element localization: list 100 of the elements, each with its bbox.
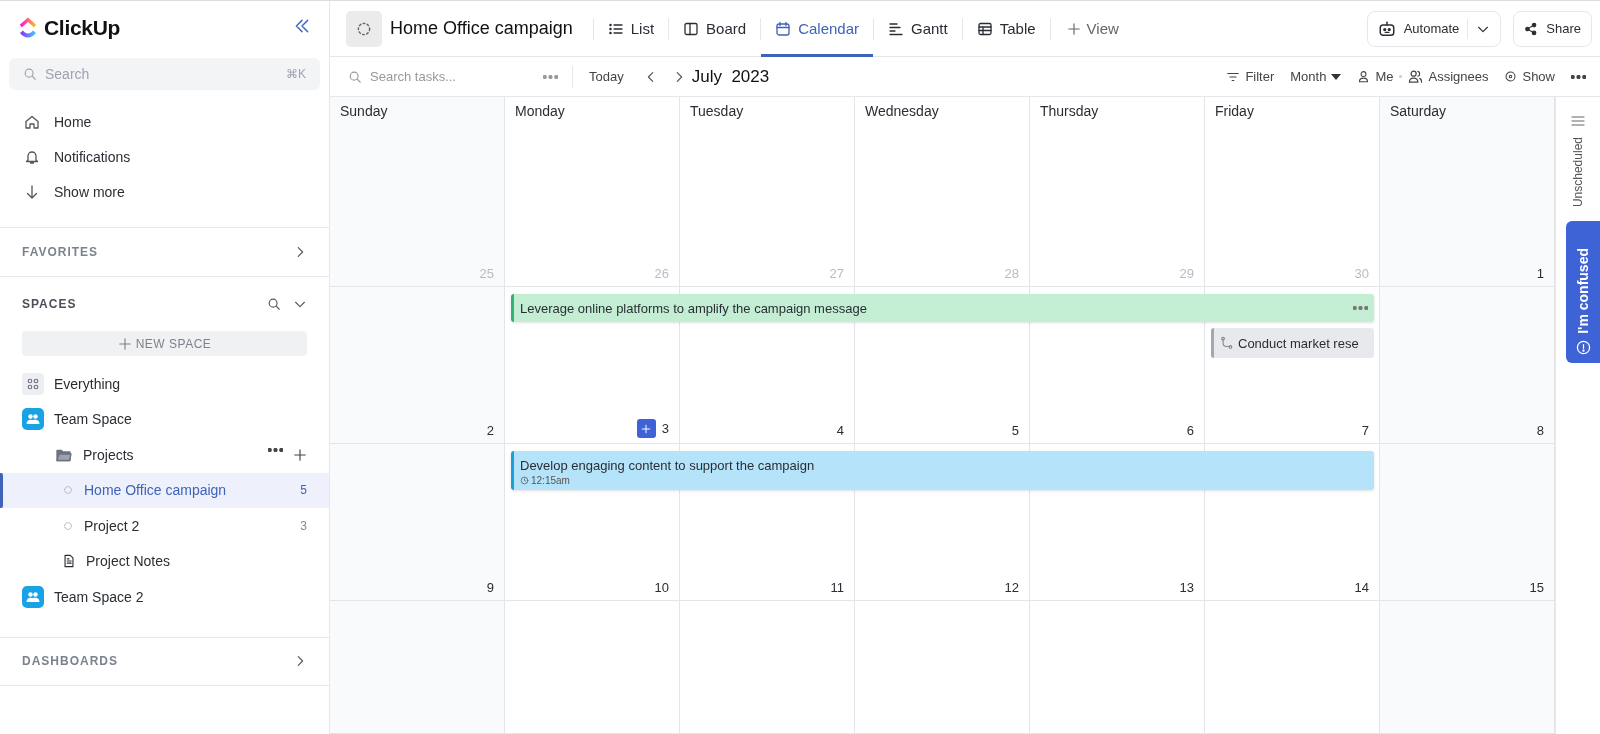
today-button[interactable]: Today bbox=[589, 69, 624, 84]
day-cell[interactable] bbox=[1380, 601, 1555, 733]
sidebar-item[interactable]: Project Notes bbox=[0, 543, 329, 580]
month-label: July 2023 bbox=[691, 66, 770, 87]
day-number: 29 bbox=[1179, 266, 1194, 281]
assignees-button[interactable]: Assignees bbox=[1408, 69, 1489, 84]
weekday-label: Tuesday bbox=[690, 103, 745, 119]
day-number: 26 bbox=[654, 266, 669, 281]
day-cell[interactable]: Sunday 25 bbox=[330, 97, 505, 286]
gantt-icon bbox=[888, 20, 904, 37]
dotted-circle-icon bbox=[62, 484, 74, 497]
eye-icon bbox=[1504, 70, 1518, 83]
grid-icon bbox=[22, 372, 44, 395]
automate-button[interactable]: Automate bbox=[1366, 10, 1502, 47]
section-title: SPACES bbox=[22, 297, 77, 312]
event-title: Conduct market rese bbox=[1238, 335, 1360, 351]
dotted-circle-icon bbox=[62, 519, 74, 532]
day-number: 12 bbox=[1004, 580, 1019, 595]
down-arrow-icon bbox=[24, 183, 40, 200]
nav-item[interactable]: Notifications bbox=[0, 139, 329, 175]
sidebar-item[interactable]: Team Space bbox=[0, 401, 329, 438]
unscheduled-tab[interactable]: Unscheduled bbox=[1571, 137, 1585, 208]
day-number: 5 bbox=[1011, 423, 1019, 438]
day-number: 28 bbox=[1004, 266, 1019, 281]
people-icon bbox=[1408, 69, 1424, 84]
subtask-icon bbox=[1220, 336, 1234, 350]
event-bar[interactable]: Leverage online platforms to amplify the campaign message bbox=[511, 294, 1374, 322]
day-number: 25 bbox=[479, 266, 494, 281]
person-icon bbox=[1357, 70, 1371, 83]
team-icon bbox=[22, 585, 44, 608]
new-space-button[interactable]: NEW SPACE bbox=[22, 331, 307, 357]
more-icon bbox=[543, 74, 558, 79]
day-cell[interactable]: 8 bbox=[1380, 287, 1555, 443]
search-icon bbox=[348, 69, 362, 84]
day-number: 1 bbox=[1536, 266, 1544, 281]
more-icon bbox=[268, 447, 283, 452]
view-tab[interactable]: Board bbox=[669, 1, 761, 57]
day-cell[interactable]: 9 bbox=[330, 444, 505, 600]
day-number: 11 bbox=[830, 580, 844, 595]
month-dropdown[interactable]: Month bbox=[1290, 69, 1342, 84]
sidebar-item[interactable]: Project 2 3 bbox=[0, 508, 329, 544]
plus-icon bbox=[117, 336, 132, 351]
view-tab[interactable]: Calendar bbox=[761, 1, 873, 57]
search-icon bbox=[23, 67, 37, 82]
day-number: 30 bbox=[1354, 266, 1369, 281]
day-number: 8 bbox=[1536, 423, 1544, 438]
day-number: 7 bbox=[1361, 423, 1369, 438]
menu-icon bbox=[1570, 113, 1586, 129]
share-button[interactable]: Share bbox=[1513, 10, 1592, 47]
day-cell[interactable]: Saturday 1 bbox=[1380, 97, 1555, 286]
sidebar-item[interactable]: Home Office campaign 5 bbox=[0, 472, 329, 509]
home-icon bbox=[24, 113, 40, 130]
caret-icon bbox=[1331, 73, 1342, 80]
bell-icon bbox=[24, 148, 40, 165]
nav-item[interactable]: Show more bbox=[0, 174, 329, 210]
view-tab[interactable]: List bbox=[593, 1, 669, 57]
logo-text: ClickUp bbox=[44, 15, 121, 40]
dashboards-section[interactable]: DASHBOARDS bbox=[0, 636, 329, 686]
share-icon bbox=[1524, 21, 1539, 36]
day-number: 10 bbox=[654, 580, 669, 595]
page-title: Home Office campaign bbox=[390, 18, 573, 39]
plus-icon bbox=[1066, 21, 1081, 36]
day-cell[interactable]: 2 bbox=[330, 287, 505, 443]
nav-item[interactable]: Home bbox=[0, 104, 329, 140]
day-number: 3 bbox=[661, 421, 669, 436]
day-cell[interactable]: 15 bbox=[1380, 444, 1555, 600]
show-button[interactable]: Show bbox=[1504, 69, 1555, 84]
clock-icon bbox=[520, 476, 529, 485]
day-cell[interactable] bbox=[330, 601, 505, 733]
sidebar-item[interactable]: Team Space 2 bbox=[0, 579, 329, 615]
weekday-label: Monday bbox=[515, 103, 566, 119]
calendar-icon bbox=[775, 20, 792, 37]
view-tab[interactable]: Table bbox=[962, 1, 1050, 57]
filter-button[interactable]: Filter bbox=[1226, 69, 1275, 84]
weekday-label: Friday bbox=[1215, 103, 1255, 119]
day-number: 27 bbox=[829, 266, 844, 281]
day-number: 9 bbox=[486, 580, 494, 595]
sidebar-item[interactable]: Projects bbox=[0, 437, 329, 473]
sidebar-item[interactable]: Everything bbox=[0, 366, 329, 402]
board-icon bbox=[683, 20, 700, 37]
day-number: 13 bbox=[1179, 580, 1194, 595]
plus-icon bbox=[293, 447, 307, 462]
logo-icon bbox=[18, 16, 38, 39]
view-tab[interactable]: Gantt bbox=[874, 1, 962, 57]
search-icon bbox=[267, 297, 281, 312]
add-view-button[interactable]: View bbox=[1050, 20, 1135, 37]
day-number: 6 bbox=[1186, 423, 1194, 438]
feedback-tab[interactable]: I'm confused bbox=[1566, 221, 1600, 363]
table-icon bbox=[976, 20, 993, 37]
add-task-button[interactable] bbox=[636, 419, 656, 438]
document-icon bbox=[62, 554, 76, 569]
plus-icon bbox=[640, 422, 653, 435]
weekday-label: Wednesday bbox=[865, 103, 940, 119]
favorites-section[interactable]: FAVORITES bbox=[0, 227, 329, 277]
me-button[interactable]: Me bbox=[1357, 69, 1394, 84]
event-bar[interactable]: Conduct market rese bbox=[1211, 328, 1374, 358]
more-icon bbox=[1353, 306, 1368, 310]
event-bar[interactable]: Develop engaging content to support the campaign 12:15am bbox=[511, 451, 1374, 490]
weekday-label: Sunday bbox=[340, 103, 389, 119]
day-number: 14 bbox=[1354, 580, 1369, 595]
